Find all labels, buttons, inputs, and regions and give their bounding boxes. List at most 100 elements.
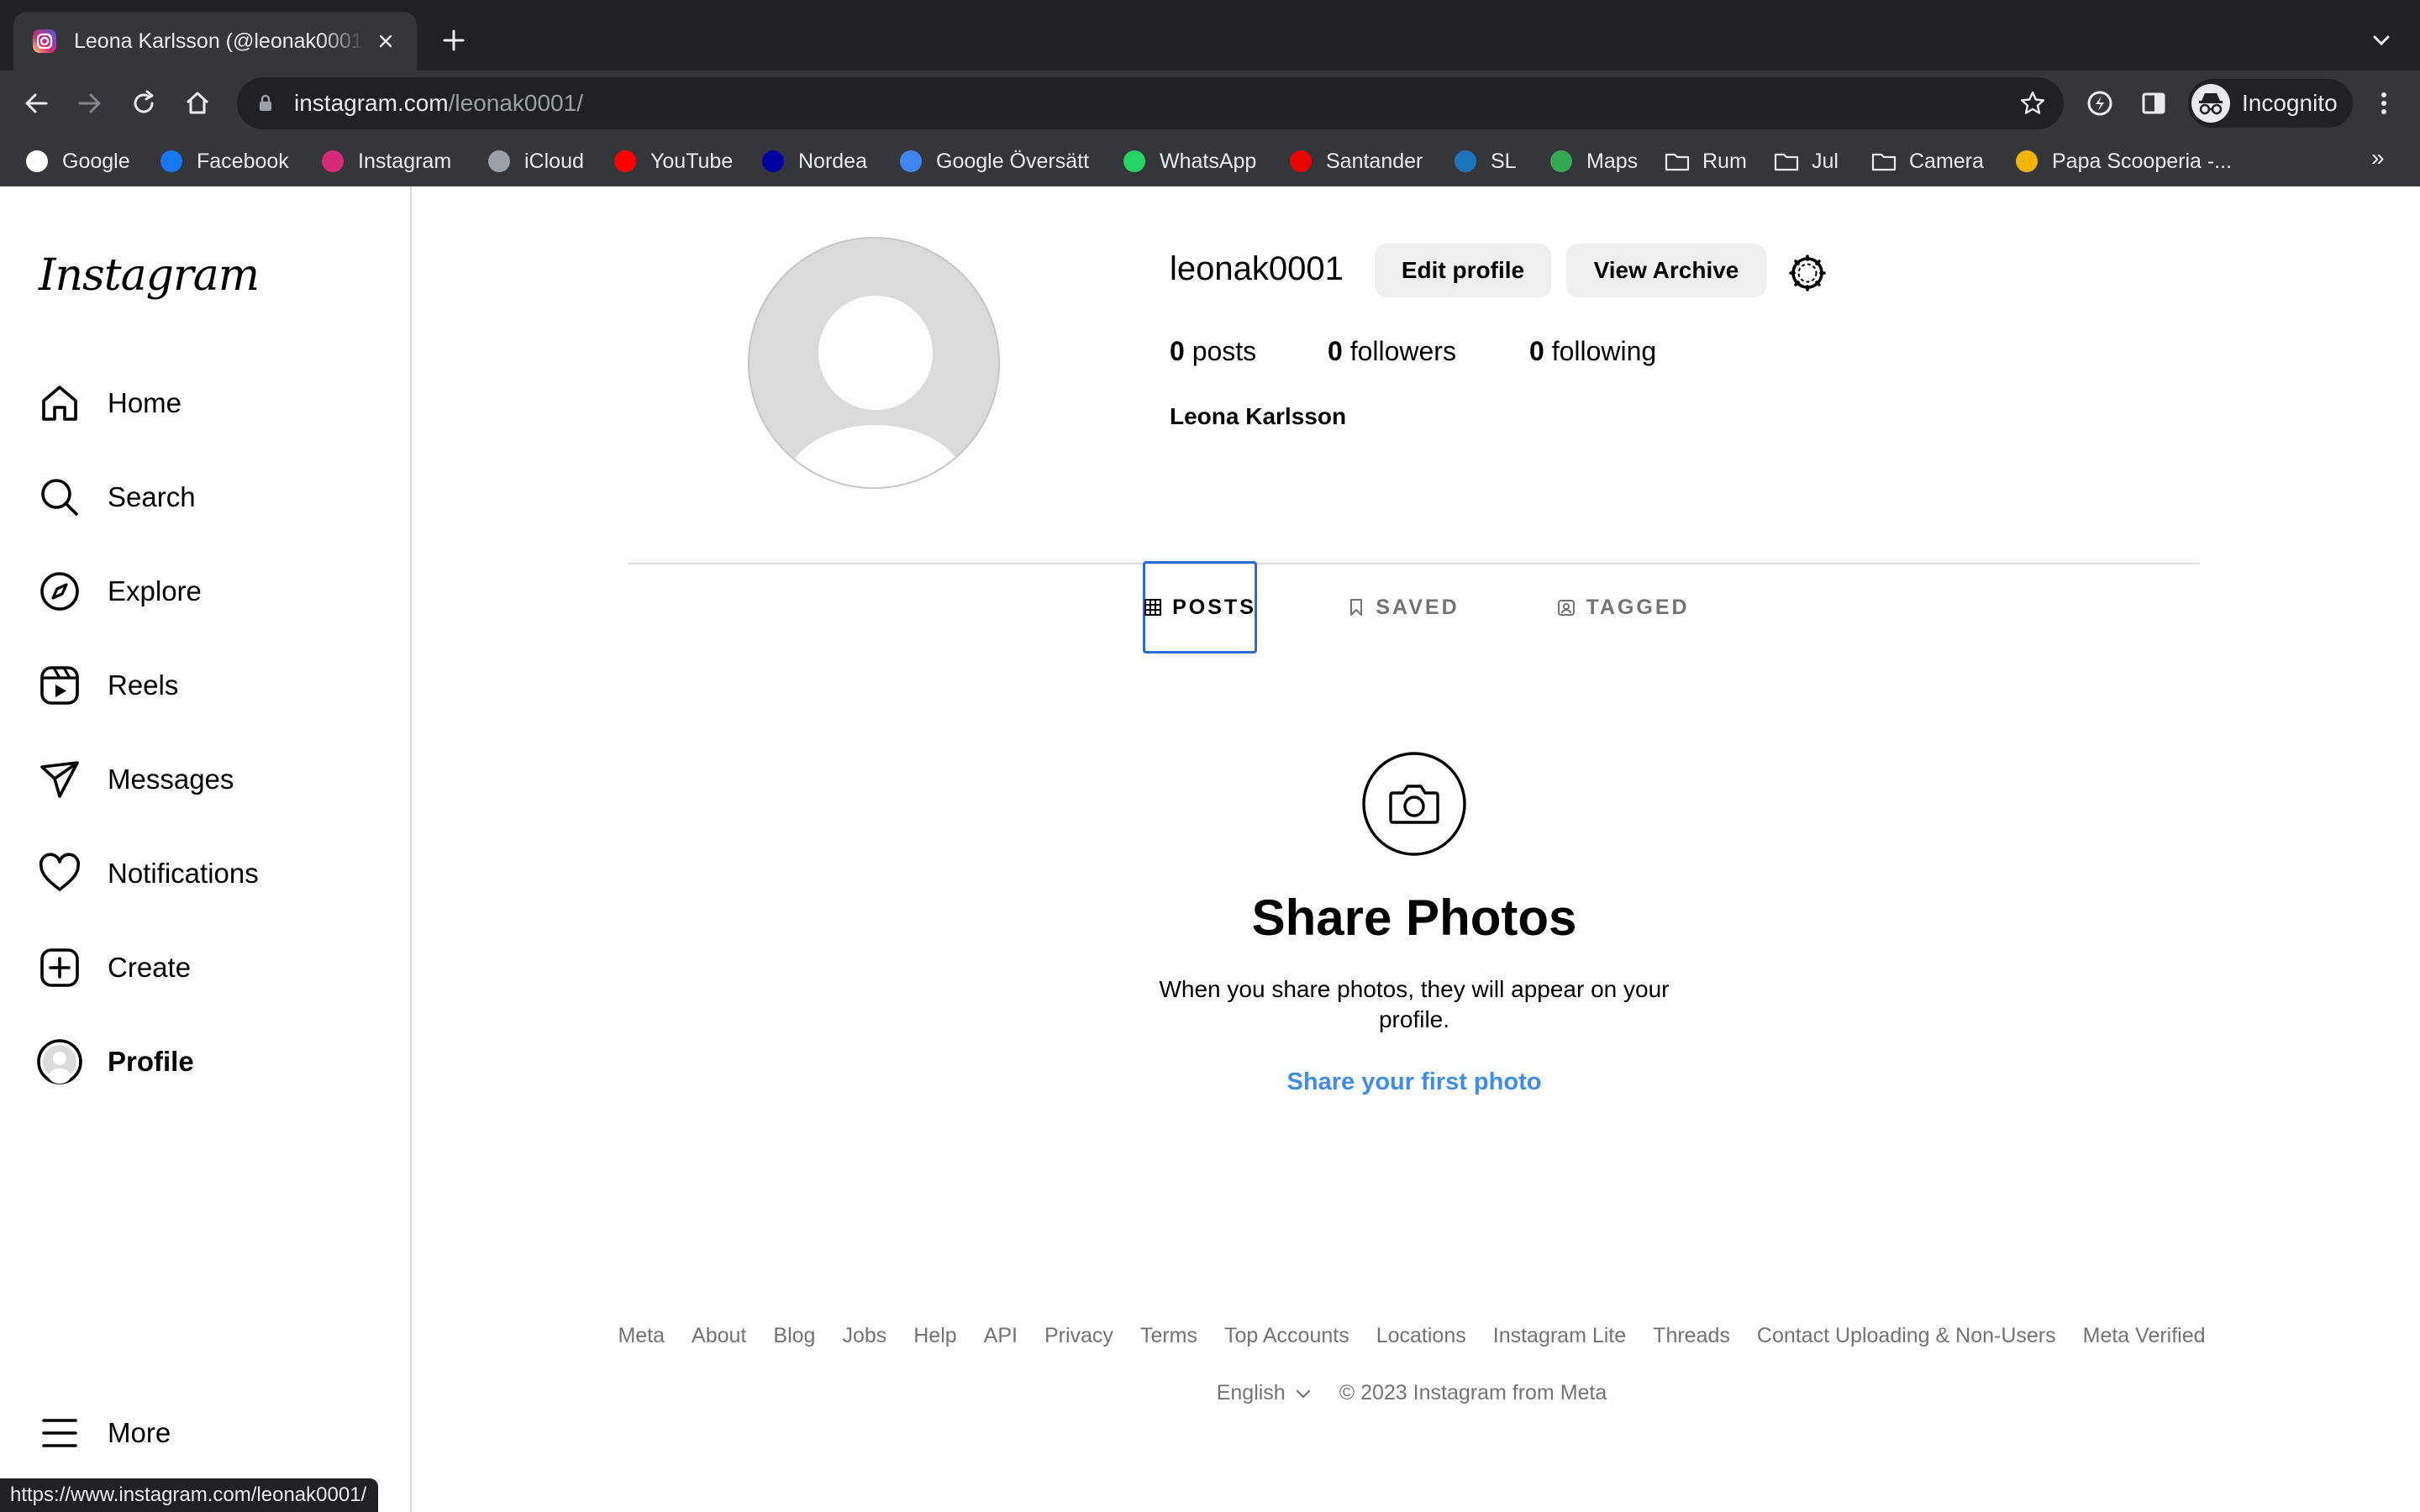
url-path: /leonak0001/ <box>448 90 583 116</box>
youtube-icon <box>612 148 639 175</box>
footer-link[interactable]: Privacy <box>1044 1324 1113 1348</box>
footer-link[interactable]: Jobs <box>842 1324 886 1348</box>
tab-posts[interactable]: POSTS <box>1143 561 1257 654</box>
reload-icon[interactable] <box>128 87 160 119</box>
bookmark-label: Santander <box>1326 149 1423 173</box>
camera-icon <box>1361 751 1467 857</box>
footer-link[interactable]: Help <box>913 1324 956 1348</box>
nav-notifications-label: Notifications <box>108 858 259 889</box>
folder-icon <box>1870 148 1897 175</box>
followers-stat[interactable]: 0 followers <box>1328 336 1456 367</box>
view-archive-button[interactable]: View Archive <box>1566 244 1766 297</box>
bookmark-whatsapp[interactable]: WhatsApp <box>1121 146 1256 176</box>
home-browser-icon[interactable] <box>182 87 213 119</box>
bookmark-label: Nordea <box>798 149 867 173</box>
nav-notifications[interactable]: Notifications <box>37 848 259 899</box>
tab-tagged[interactable]: TAGGED <box>1556 561 1691 654</box>
footer-link[interactable]: Contact Uploading & Non-Users <box>1757 1324 2056 1348</box>
bookmark-star-icon[interactable] <box>2018 89 2047 118</box>
footer-bottom: English © 2023 Instagram from Meta <box>608 1381 2215 1405</box>
bookmark-instagram[interactable]: Instagram <box>319 146 451 176</box>
messages-icon <box>37 757 82 802</box>
bookmark-jul[interactable]: Jul <box>1773 146 1839 176</box>
footer-link[interactable]: API <box>984 1324 1018 1348</box>
nav-explore[interactable]: Explore <box>37 566 202 617</box>
browser-tab[interactable]: Leona Karlsson (@leonak0001) • Instagram <box>13 12 417 71</box>
browser-menu-icon[interactable] <box>2368 87 2400 119</box>
footer-link[interactable]: Terms <box>1140 1324 1197 1348</box>
tab-title: Leona Karlsson (@leonak0001) • Instagram <box>74 29 365 53</box>
bookmark-rum[interactable]: Rum <box>1664 146 1747 176</box>
side-panel-icon[interactable] <box>2138 87 2170 119</box>
hamburger-menu-icon <box>37 1410 82 1456</box>
footer-link[interactable]: Locations <box>1376 1324 1466 1348</box>
nav-search[interactable]: Search <box>37 472 196 522</box>
back-arrow-icon[interactable] <box>20 87 52 119</box>
bookmark-label: iCloud <box>524 149 584 173</box>
create-icon <box>37 945 82 990</box>
nav-messages[interactable]: Messages <box>37 754 234 805</box>
nordea-icon <box>760 148 786 175</box>
footer-link[interactable]: Meta Verified <box>2083 1324 2206 1348</box>
nav-profile[interactable]: Profile <box>37 1037 194 1087</box>
footer-link[interactable]: Threads <box>1653 1324 1730 1348</box>
edit-profile-button[interactable]: Edit profile <box>1375 244 1551 297</box>
tab-saved[interactable]: SAVED <box>1344 561 1462 654</box>
close-tab-icon[interactable] <box>373 29 398 54</box>
footer-link[interactable]: Top Accounts <box>1224 1324 1349 1348</box>
nav-home[interactable]: Home <box>37 378 182 428</box>
bookmark-nordea[interactable]: Nordea <box>760 146 867 176</box>
bookmark-google[interactable]: Google <box>24 146 130 176</box>
browser-tab-strip: Leona Karlsson (@leonak0001) • Instagram <box>0 0 2420 71</box>
instagram-icon <box>319 148 346 175</box>
avatar-placeholder-head <box>818 296 933 410</box>
tab-search-chevron-icon[interactable] <box>2368 27 2395 54</box>
instagram-favicon-icon <box>32 29 57 54</box>
lock-icon[interactable] <box>255 93 276 113</box>
footer-link[interactable]: Instagram Lite <box>1493 1324 1626 1348</box>
new-tab-icon[interactable] <box>439 25 469 55</box>
bookmark-santander[interactable]: Santander <box>1287 146 1423 176</box>
profile-username: leonak0001 <box>1170 250 1344 287</box>
footer-link[interactable]: Meta <box>618 1324 665 1348</box>
incognito-badge[interactable]: Incognito <box>2188 79 2353 128</box>
profile-avatar[interactable] <box>748 237 1000 489</box>
settings-gear-icon[interactable] <box>1786 252 1828 294</box>
bookmark-sl[interactable]: SL <box>1452 146 1517 176</box>
followers-count: 0 <box>1328 336 1343 366</box>
instagram-logo[interactable]: Instagram <box>39 250 260 301</box>
nav-create[interactable]: Create <box>37 942 191 993</box>
following-stat[interactable]: 0 following <box>1529 336 1656 367</box>
apple-icon <box>486 148 513 175</box>
followers-label: followers <box>1349 336 1456 366</box>
santander-icon <box>1287 148 1314 175</box>
home-icon <box>37 381 82 426</box>
forward-arrow-icon[interactable] <box>74 87 106 119</box>
whatsapp-icon <box>1121 148 1148 175</box>
nav-profile-label: Profile <box>108 1046 194 1077</box>
bookmark-label: Maps <box>1586 149 1639 173</box>
incognito-label: Incognito <box>2242 90 2338 116</box>
footer-link[interactable]: About <box>692 1324 746 1348</box>
nav-search-label: Search <box>108 481 196 512</box>
bookmark-google-vers-tt[interactable]: Google Översätt <box>897 146 1089 176</box>
bookmark-maps[interactable]: Maps <box>1548 146 1638 176</box>
nav-more[interactable]: More <box>37 1408 171 1458</box>
bookmarks-overflow-chevron[interactable]: » <box>2371 144 2385 171</box>
folder-icon <box>1773 148 1800 175</box>
bookmark-label: Google <box>62 149 130 173</box>
tagged-icon <box>1557 598 1576 617</box>
language-selector[interactable]: English <box>1217 1381 1313 1405</box>
bookmark-facebook[interactable]: Facebook <box>158 146 289 176</box>
nav-reels[interactable]: Reels <box>37 660 178 711</box>
nav-reels-label: Reels <box>108 669 179 701</box>
address-bar[interactable]: instagram.com/leonak0001/ <box>237 77 2064 129</box>
bookmark-papa-scooperia[interactable]: Papa Scooperia -... <box>2013 146 2232 176</box>
heart-icon <box>37 851 82 896</box>
footer-link[interactable]: Blog <box>773 1324 815 1348</box>
bookmark-youtube[interactable]: YouTube <box>612 146 733 176</box>
share-first-photo-link[interactable]: Share your first photo <box>1168 1068 1660 1096</box>
performance-icon[interactable] <box>2084 87 2116 119</box>
bookmark-camera[interactable]: Camera <box>1870 146 1984 176</box>
bookmark-icloud[interactable]: iCloud <box>486 146 584 176</box>
